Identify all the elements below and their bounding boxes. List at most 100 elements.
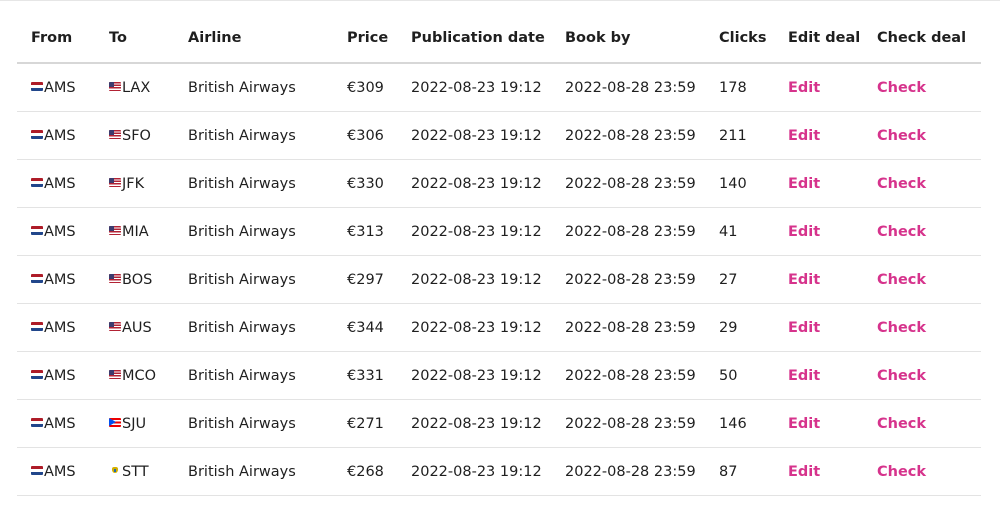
check-deal-link[interactable]: Check — [877, 320, 926, 336]
netherlands-flag-icon — [31, 369, 43, 379]
table-row: AMS MIA British Airways €313 2022-08-23 … — [17, 207, 981, 256]
from-cell: AMS — [17, 399, 109, 448]
to-code: LAX — [122, 79, 151, 96]
check-deal-link[interactable]: Check — [877, 368, 926, 384]
airline-cell: British Airways — [188, 447, 347, 496]
table-header-row: From To Airline Price Publication date B… — [17, 14, 981, 64]
check-deal-link[interactable]: Check — [877, 80, 926, 96]
book-by-cell: 2022-08-28 23:59 — [565, 399, 719, 448]
from-cell: AMS — [17, 351, 109, 400]
book-by-cell: 2022-08-28 23:59 — [565, 159, 719, 208]
price-cell: €313 — [347, 207, 411, 256]
edit-deal-link[interactable]: Edit — [788, 224, 820, 240]
check-cell: Check — [877, 399, 981, 448]
to-cell: MCO — [109, 351, 188, 400]
check-cell: Check — [877, 111, 981, 160]
to-code: STT — [122, 463, 149, 480]
publication-date-cell: 2022-08-23 19:12 — [411, 207, 565, 256]
airline-cell: British Airways — [188, 303, 347, 352]
to-code: JFK — [122, 175, 145, 192]
clicks-cell: 50 — [719, 351, 788, 400]
edit-deal-link[interactable]: Edit — [788, 320, 820, 336]
check-cell: Check — [877, 255, 981, 304]
price-cell: €344 — [347, 303, 411, 352]
check-cell: Check — [877, 63, 981, 112]
check-deal-link[interactable]: Check — [877, 416, 926, 432]
to-code: SFO — [122, 127, 151, 144]
price-cell: €271 — [347, 399, 411, 448]
publication-date-cell: 2022-08-23 19:12 — [411, 159, 565, 208]
table-row: AMS JFK British Airways €330 2022-08-23 … — [17, 159, 981, 208]
to-cell: MIA — [109, 207, 188, 256]
from-code: AMS — [44, 175, 76, 192]
to-code: MCO — [122, 367, 157, 384]
check-cell: Check — [877, 303, 981, 352]
from-code: AMS — [44, 415, 76, 432]
netherlands-flag-icon — [31, 417, 43, 427]
to-cell: STT — [109, 447, 188, 496]
from-cell: AMS — [17, 303, 109, 352]
header-book-by: Book by — [565, 14, 719, 64]
check-cell: Check — [877, 351, 981, 400]
edit-deal-link[interactable]: Edit — [788, 368, 820, 384]
netherlands-flag-icon — [31, 321, 43, 331]
table-row: AMS SJU British Airways €271 2022-08-23 … — [17, 399, 981, 448]
edit-deal-link[interactable]: Edit — [788, 80, 820, 96]
book-by-cell: 2022-08-28 23:59 — [565, 63, 719, 112]
price-cell: €268 — [347, 447, 411, 496]
publication-date-cell: 2022-08-23 19:12 — [411, 447, 565, 496]
edit-cell: Edit — [788, 303, 877, 352]
edit-deal-link[interactable]: Edit — [788, 272, 820, 288]
airline-cell: British Airways — [188, 207, 347, 256]
to-cell: SJU — [109, 399, 188, 448]
from-cell: AMS — [17, 159, 109, 208]
from-code: AMS — [44, 319, 76, 336]
usa-flag-icon — [109, 369, 121, 379]
check-deal-link[interactable]: Check — [877, 128, 926, 144]
check-deal-link[interactable]: Check — [877, 176, 926, 192]
header-publication-date: Publication date — [411, 14, 565, 64]
publication-date-cell: 2022-08-23 19:12 — [411, 399, 565, 448]
edit-cell: Edit — [788, 399, 877, 448]
to-cell: BOS — [109, 255, 188, 304]
to-code: MIA — [122, 223, 149, 240]
book-by-cell: 2022-08-28 23:59 — [565, 303, 719, 352]
clicks-cell: 211 — [719, 111, 788, 160]
header-clicks: Clicks — [719, 14, 788, 64]
book-by-cell: 2022-08-28 23:59 — [565, 111, 719, 160]
edit-cell: Edit — [788, 207, 877, 256]
check-deal-link[interactable]: Check — [877, 272, 926, 288]
header-price: Price — [347, 14, 411, 64]
edit-cell: Edit — [788, 447, 877, 496]
check-cell: Check — [877, 207, 981, 256]
us-virgin-islands-flag-icon — [109, 465, 121, 475]
check-deal-link[interactable]: Check — [877, 224, 926, 240]
netherlands-flag-icon — [31, 225, 43, 235]
edit-cell: Edit — [788, 63, 877, 112]
edit-deal-link[interactable]: Edit — [788, 128, 820, 144]
table-row: AMS SFO British Airways €306 2022-08-23 … — [17, 111, 981, 160]
edit-deal-link[interactable]: Edit — [788, 176, 820, 192]
edit-cell: Edit — [788, 255, 877, 304]
publication-date-cell: 2022-08-23 19:12 — [411, 255, 565, 304]
edit-deal-link[interactable]: Edit — [788, 416, 820, 432]
to-code: BOS — [122, 271, 153, 288]
price-cell: €330 — [347, 159, 411, 208]
clicks-cell: 140 — [719, 159, 788, 208]
netherlands-flag-icon — [31, 129, 43, 139]
netherlands-flag-icon — [31, 81, 43, 91]
edit-cell: Edit — [788, 159, 877, 208]
edit-cell: Edit — [788, 111, 877, 160]
deals-page: From To Airline Price Publication date B… — [0, 0, 1000, 506]
from-code: AMS — [44, 367, 76, 384]
publication-date-cell: 2022-08-23 19:12 — [411, 303, 565, 352]
clicks-cell: 27 — [719, 255, 788, 304]
to-cell: AUS — [109, 303, 188, 352]
edit-deal-link[interactable]: Edit — [788, 464, 820, 480]
check-deal-link[interactable]: Check — [877, 464, 926, 480]
to-cell: JFK — [109, 159, 188, 208]
to-cell: LAX — [109, 63, 188, 112]
table-body: AMS LAX British Airways €309 2022-08-23 … — [17, 63, 981, 496]
check-cell: Check — [877, 447, 981, 496]
clicks-cell: 146 — [719, 399, 788, 448]
